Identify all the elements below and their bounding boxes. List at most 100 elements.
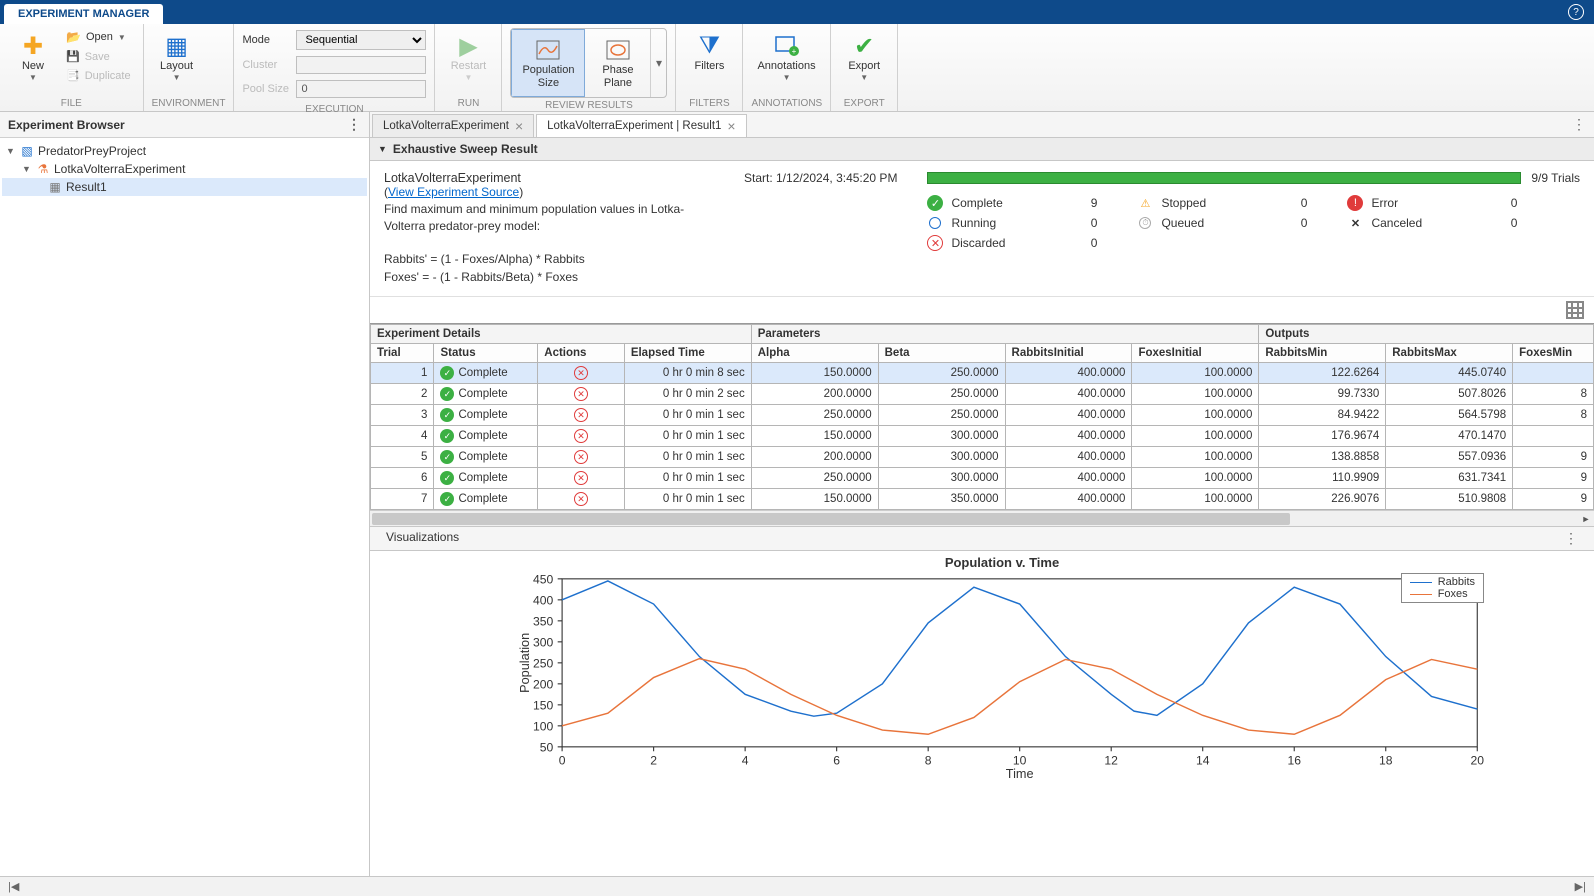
tree-result[interactable]: ▦ Result1: [2, 178, 367, 196]
tree-experiment[interactable]: ▼ ⚗ LotkaVolterraExperiment: [2, 160, 367, 178]
svg-text:8: 8: [925, 754, 932, 768]
ribbon-group-run: ▶ Restart ▼ RUN: [435, 24, 502, 111]
th-foxesmin[interactable]: FoxesMin: [1513, 344, 1594, 363]
table-controls: [370, 297, 1594, 323]
annotation-icon: +: [774, 32, 800, 60]
check-icon: ✓: [440, 471, 454, 485]
viz-menu-icon[interactable]: ⋮: [1564, 530, 1578, 547]
layout-button[interactable]: ▦ Layout ▼: [152, 28, 202, 86]
table-row[interactable]: 1✓ Complete✕0 hr 0 min 8 sec150.0000250.…: [371, 363, 1594, 384]
th-actions[interactable]: Actions: [538, 344, 625, 363]
collapse-right-icon[interactable]: ▶|: [1575, 880, 1586, 893]
error-icon: !: [1347, 195, 1363, 211]
restart-button: ▶ Restart ▼: [443, 28, 493, 86]
svg-text:4: 4: [742, 754, 749, 768]
warning-icon: ⚠: [1137, 195, 1153, 211]
table-row[interactable]: 3✓ Complete✕0 hr 0 min 1 sec250.0000250.…: [371, 405, 1594, 426]
mode-select[interactable]: Sequential: [296, 30, 426, 50]
project-icon: ▧: [20, 144, 34, 158]
collapse-left-icon[interactable]: |◀: [8, 880, 19, 893]
th-foxesinit[interactable]: FoxesInitial: [1132, 344, 1259, 363]
th-beta[interactable]: Beta: [878, 344, 1005, 363]
annotations-button[interactable]: + Annotations ▼: [751, 28, 821, 86]
cluster-input: [296, 56, 426, 74]
table-row[interactable]: 6✓ Complete✕0 hr 0 min 1 sec250.0000300.…: [371, 468, 1594, 489]
check-icon: ✓: [440, 450, 454, 464]
scroll-right-icon[interactable]: ►: [1578, 511, 1594, 526]
status-discarded: ✕ Discarded 0: [927, 235, 1097, 251]
check-icon: ✓: [440, 387, 454, 401]
open-button[interactable]: Open ▼: [62, 28, 135, 46]
folder-icon: [66, 30, 81, 44]
discard-action-icon[interactable]: ✕: [574, 429, 588, 443]
check-icon: ✓: [440, 366, 454, 380]
svg-text:16: 16: [1287, 754, 1301, 768]
phase-plane-button[interactable]: Phase Plane: [585, 29, 650, 97]
th-rabbitsmin[interactable]: RabbitsMin: [1259, 344, 1386, 363]
svg-text:250: 250: [533, 656, 554, 670]
new-button[interactable]: ✚ New ▼: [8, 28, 58, 86]
th-trial[interactable]: Trial: [371, 344, 434, 363]
tree-project[interactable]: ▼ ▧ PredatorPreyProject: [2, 142, 367, 160]
tab-result[interactable]: LotkaVolterraExperiment | Result1 ×: [536, 114, 746, 137]
discard-action-icon[interactable]: ✕: [574, 471, 588, 485]
view-source-link[interactable]: View Experiment Source: [388, 185, 519, 199]
title-tab[interactable]: EXPERIMENT MANAGER: [4, 4, 163, 24]
discard-action-icon[interactable]: ✕: [574, 492, 588, 506]
close-icon[interactable]: ×: [727, 119, 735, 133]
table-view-icon[interactable]: [1566, 301, 1584, 319]
chart-icon: [606, 36, 630, 64]
tree-toggle-icon[interactable]: ▼: [22, 164, 32, 174]
table-icon: ▦: [48, 180, 62, 194]
legend-line-rabbits: [1410, 582, 1432, 583]
help-icon[interactable]: ?: [1568, 4, 1584, 20]
ribbon-group-environment: ▦ Layout ▼ ENVIRONMENT: [144, 24, 235, 111]
plus-icon: ✚: [23, 32, 43, 60]
table-row[interactable]: 4✓ Complete✕0 hr 0 min 1 sec150.0000300.…: [371, 426, 1594, 447]
svg-text:350: 350: [533, 614, 554, 628]
summary-progress: 9/9 Trials ✓ Complete 9 ⚠ Stopped 0 !: [927, 171, 1580, 286]
title-bar: EXPERIMENT MANAGER ?: [0, 0, 1594, 24]
result-summary: LotkaVolterraExperiment (View Experiment…: [370, 161, 1594, 297]
status-running: Running 0: [927, 215, 1097, 231]
review-more-button[interactable]: ▾: [650, 29, 666, 97]
check-icon: ✓: [440, 408, 454, 422]
chevron-down-icon: ▼: [465, 73, 473, 82]
discard-action-icon[interactable]: ✕: [574, 450, 588, 464]
close-icon[interactable]: ×: [515, 119, 523, 133]
discard-action-icon[interactable]: ✕: [574, 366, 588, 380]
tree-toggle-icon[interactable]: ▼: [6, 146, 16, 156]
section-header[interactable]: ▼ Exhaustive Sweep Result: [370, 138, 1594, 161]
tab-experiment[interactable]: LotkaVolterraExperiment ×: [372, 114, 534, 137]
th-group-details[interactable]: Experiment Details: [371, 325, 752, 344]
review-toggle-group: Population Size Phase Plane ▾: [510, 28, 667, 98]
discard-action-icon[interactable]: ✕: [574, 408, 588, 422]
th-group-params[interactable]: Parameters: [751, 325, 1259, 344]
panel-menu-icon[interactable]: ⋮: [347, 116, 361, 133]
table-row[interactable]: 5✓ Complete✕0 hr 0 min 1 sec200.0000300.…: [371, 447, 1594, 468]
table-row[interactable]: 7✓ Complete✕0 hr 0 min 1 sec150.0000350.…: [371, 489, 1594, 510]
table-hscrollbar[interactable]: ◄ ►: [370, 510, 1594, 526]
discard-action-icon[interactable]: ✕: [574, 387, 588, 401]
scrollbar-thumb[interactable]: [372, 513, 1290, 525]
th-elapsed[interactable]: Elapsed Time: [624, 344, 751, 363]
th-rabbitsmax[interactable]: RabbitsMax: [1386, 344, 1513, 363]
tabs-menu-icon[interactable]: ⋮: [1572, 116, 1586, 133]
status-grid: ✓ Complete 9 ⚠ Stopped 0 ! Error 0: [927, 195, 1580, 251]
svg-text:18: 18: [1379, 754, 1393, 768]
svg-text:50: 50: [540, 740, 554, 754]
svg-text:6: 6: [833, 754, 840, 768]
status-bar: |◀ ▶|: [0, 876, 1594, 896]
th-rabbitsinit[interactable]: RabbitsInitial: [1005, 344, 1132, 363]
th-group-outputs[interactable]: Outputs: [1259, 325, 1594, 344]
status-canceled: ✕ Canceled 0: [1347, 215, 1517, 231]
export-button[interactable]: ✔ Export ▼: [839, 28, 889, 86]
filters-button[interactable]: ⧩ Filters: [684, 28, 734, 77]
th-alpha[interactable]: Alpha: [751, 344, 878, 363]
progress-label: 9/9 Trials: [1531, 171, 1580, 185]
results-table[interactable]: Experiment Details Parameters Outputs Tr…: [370, 324, 1594, 510]
browser-header: Experiment Browser ⋮: [0, 112, 369, 138]
population-size-button[interactable]: Population Size: [511, 29, 585, 97]
th-status[interactable]: Status: [434, 344, 538, 363]
table-row[interactable]: 2✓ Complete✕0 hr 0 min 2 sec200.0000250.…: [371, 384, 1594, 405]
